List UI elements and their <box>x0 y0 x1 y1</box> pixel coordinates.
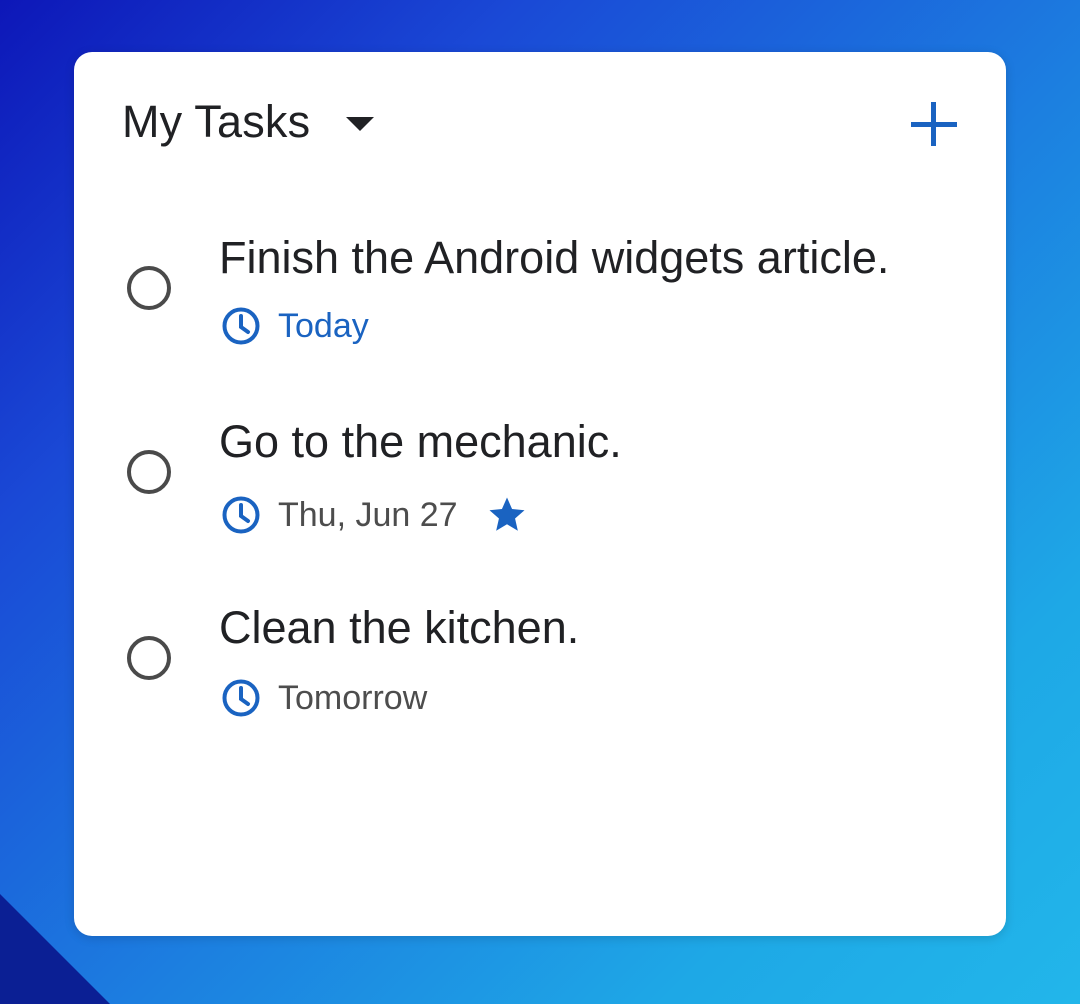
task-due-date: Thu, Jun 27 <box>221 494 528 536</box>
clock-icon <box>222 679 260 717</box>
task-title[interactable]: Finish the Android widgets article. <box>219 232 889 284</box>
task-complete-checkbox[interactable] <box>127 636 171 680</box>
task-complete-checkbox[interactable] <box>127 450 171 494</box>
task-due-date: Today <box>221 306 369 346</box>
tasks-widget: My Tasks Finish the Android widgets arti… <box>74 52 1006 936</box>
task-title[interactable]: Clean the kitchen. <box>219 602 579 654</box>
triangle-down-icon <box>346 117 375 131</box>
task-list-selector[interactable]: My Tasks <box>122 96 375 148</box>
add-task-button[interactable] <box>906 96 962 152</box>
widget-title: My Tasks <box>122 96 311 147</box>
task-title[interactable]: Go to the mechanic. <box>219 416 622 468</box>
star-icon <box>489 497 525 531</box>
clock-icon <box>222 307 260 345</box>
due-date-label: Tomorrow <box>278 678 428 717</box>
due-date-label: Thu, Jun 27 <box>278 495 458 534</box>
task-due-date: Tomorrow <box>221 678 427 718</box>
clock-icon <box>222 496 260 534</box>
due-date-label: Today <box>278 306 369 345</box>
task-complete-checkbox[interactable] <box>127 266 171 310</box>
